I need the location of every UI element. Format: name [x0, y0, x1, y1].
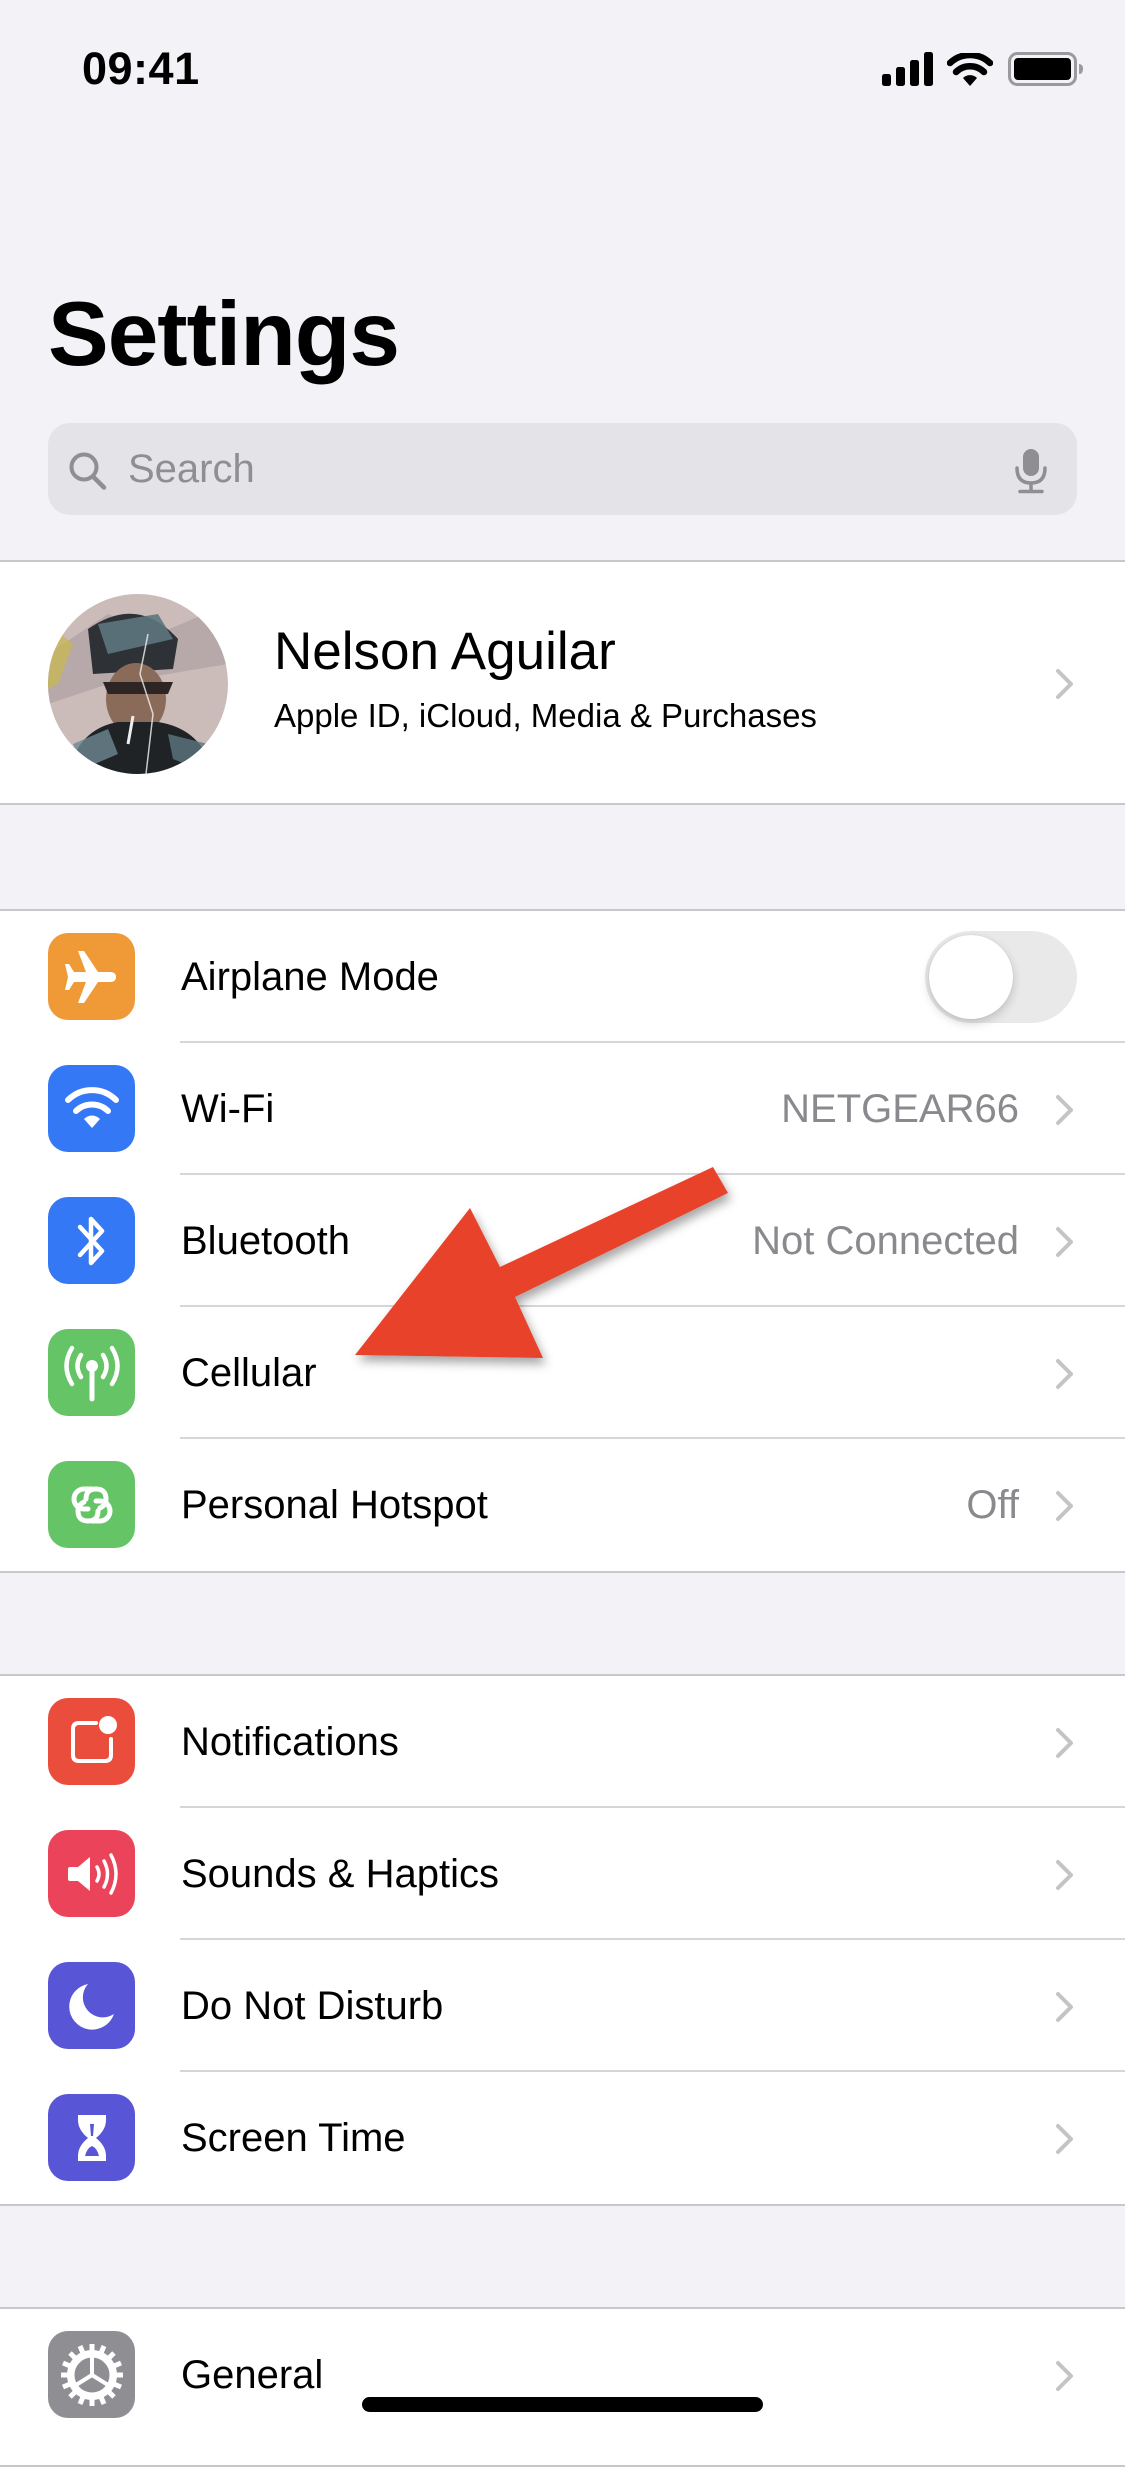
row-value: NETGEAR66 — [781, 1087, 1019, 1131]
row-label: Wi-Fi — [181, 1087, 275, 1131]
row-notifications[interactable]: Notifications — [0, 1676, 1125, 1808]
row-label: Notifications — [181, 1720, 399, 1764]
row-sounds-haptics[interactable]: Sounds & Haptics — [0, 1808, 1125, 1940]
row-label: Do Not Disturb — [181, 1984, 444, 2028]
connectivity-group: Airplane Mode Wi-Fi NETGEAR66 Bluetooth … — [0, 909, 1125, 1573]
wifi-icon — [947, 53, 993, 86]
row-wifi[interactable]: Wi-Fi NETGEAR66 — [0, 1043, 1125, 1175]
chevron-right-icon — [1056, 1860, 1073, 1890]
general-group: General — [0, 2307, 1125, 2467]
airplane-icon — [48, 933, 135, 1020]
row-value: Off — [966, 1483, 1019, 1527]
row-label: Airplane Mode — [181, 955, 439, 999]
chevron-right-icon — [1056, 1992, 1073, 2022]
search-bar[interactable] — [48, 423, 1077, 515]
battery-icon — [1008, 52, 1083, 86]
bluetooth-icon — [48, 1197, 135, 1284]
speaker-icon — [48, 1830, 135, 1917]
notifications-icon — [48, 1698, 135, 1785]
row-general[interactable]: General — [0, 2309, 1125, 2441]
notifications-group: Notifications Sounds & Haptics Do Not Di… — [0, 1674, 1125, 2206]
search-icon — [69, 452, 107, 490]
chevron-right-icon — [1056, 2124, 1073, 2154]
profile-name: Nelson Aguilar — [274, 622, 616, 681]
moon-icon — [48, 1962, 135, 2049]
home-indicator[interactable] — [362, 2397, 763, 2412]
row-label: Sounds & Haptics — [181, 1852, 499, 1896]
cellular-signal-icon — [882, 52, 933, 86]
toggle-knob — [929, 935, 1013, 1019]
status-icons — [880, 52, 1085, 88]
row-label: Cellular — [181, 1351, 317, 1395]
search-input[interactable] — [128, 423, 968, 515]
row-screen-time[interactable]: Screen Time — [0, 2072, 1125, 2204]
gear-icon — [48, 2331, 135, 2418]
status-time: 09:41 — [82, 43, 200, 94]
hourglass-icon — [48, 2094, 135, 2181]
hotspot-icon — [48, 1461, 135, 1548]
chevron-right-icon — [1056, 1491, 1073, 1521]
chevron-right-icon — [1056, 2361, 1073, 2391]
wifi-icon — [48, 1065, 135, 1152]
chevron-right-icon — [1056, 1728, 1073, 1758]
chevron-right-icon — [1056, 1359, 1073, 1389]
avatar — [48, 594, 228, 774]
chevron-right-icon — [1056, 1095, 1073, 1125]
row-value: Not Connected — [752, 1219, 1019, 1263]
row-label: General — [181, 2353, 324, 2397]
microphone-icon[interactable] — [1014, 448, 1048, 494]
row-label: Screen Time — [181, 2116, 406, 2160]
row-label: Bluetooth — [181, 1219, 351, 1263]
page-title: Settings — [48, 284, 400, 385]
row-airplane-mode[interactable]: Airplane Mode — [0, 911, 1125, 1043]
airplane-mode-toggle[interactable] — [925, 931, 1077, 1023]
apple-id-profile-row[interactable]: Nelson Aguilar Apple ID, iCloud, Media &… — [0, 560, 1125, 805]
row-label: Personal Hotspot — [181, 1483, 488, 1527]
chevron-right-icon — [1056, 1227, 1073, 1257]
row-cellular[interactable]: Cellular — [0, 1307, 1125, 1439]
row-do-not-disturb[interactable]: Do Not Disturb — [0, 1940, 1125, 2072]
profile-subtitle: Apple ID, iCloud, Media & Purchases — [274, 697, 817, 734]
cellular-antenna-icon — [48, 1329, 135, 1416]
row-personal-hotspot[interactable]: Personal Hotspot Off — [0, 1439, 1125, 1571]
chevron-right-icon — [1056, 669, 1073, 699]
row-bluetooth[interactable]: Bluetooth Not Connected — [0, 1175, 1125, 1307]
